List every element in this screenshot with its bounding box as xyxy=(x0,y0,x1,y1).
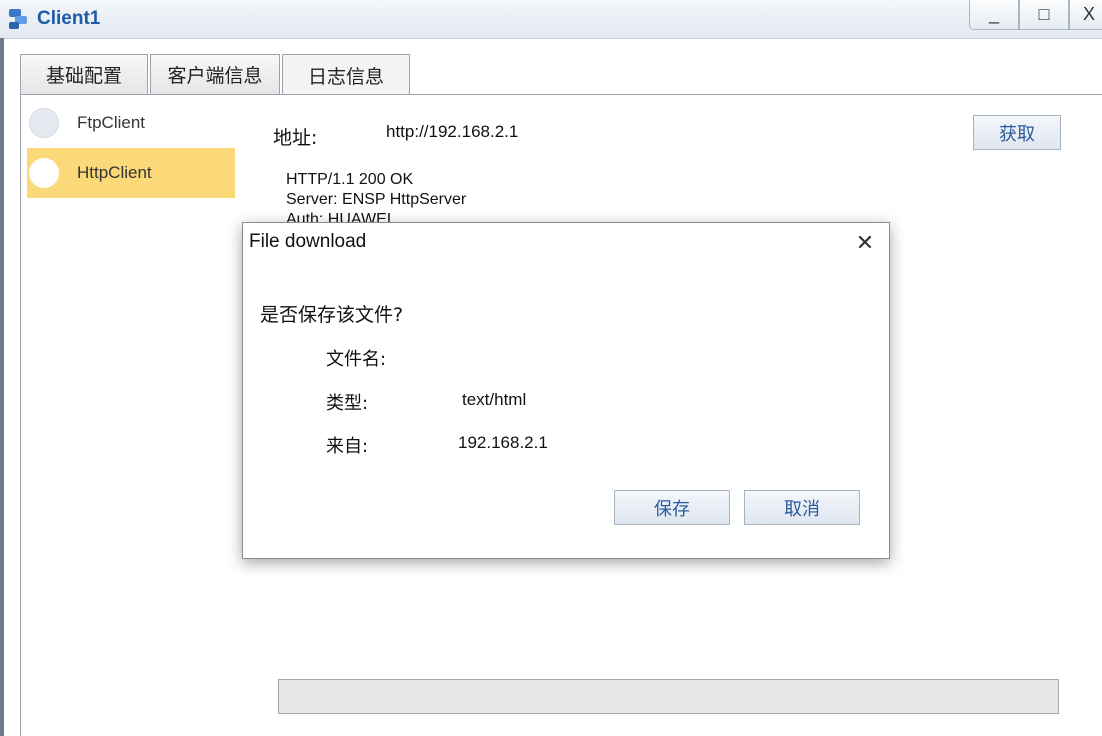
sidebar-item-ftpclient[interactable]: FtpClient xyxy=(27,98,235,148)
save-button[interactable]: 保存 xyxy=(614,490,730,525)
maximize-icon: □ xyxy=(1038,4,1050,24)
response-line: Auth: HUAWEI xyxy=(286,211,392,222)
address-label: 地址: xyxy=(273,127,318,149)
maximize-button[interactable]: □ xyxy=(1019,0,1069,30)
from-label: 来自: xyxy=(326,436,369,457)
cancel-button[interactable]: 取消 xyxy=(744,490,860,525)
type-value: text/html xyxy=(462,390,527,409)
tab-log-info[interactable]: 日志信息 xyxy=(282,54,410,95)
tab-client-info[interactable]: 客户端信息 xyxy=(150,54,280,94)
sidebar-item-label: HttpClient xyxy=(77,163,152,182)
tab-basic-config[interactable]: 基础配置 xyxy=(20,54,148,94)
dialog-title: File download xyxy=(249,231,367,252)
filename-label: 文件名: xyxy=(326,349,387,370)
close-window-button[interactable]: X xyxy=(1069,0,1102,30)
window-left-border xyxy=(0,38,4,736)
from-value: 192.168.2.1 xyxy=(458,433,548,452)
minimize-button[interactable]: _ xyxy=(969,0,1019,30)
radio-icon xyxy=(29,158,59,188)
fetch-button[interactable]: 获取 xyxy=(973,115,1061,150)
window-title: Client1 xyxy=(37,8,101,29)
address-input[interactable]: http://192.168.2.1 xyxy=(386,122,518,142)
type-label: 类型: xyxy=(326,393,369,414)
sidebar-item-label: FtpClient xyxy=(77,113,146,132)
dialog-question: 是否保存该文件? xyxy=(260,304,404,326)
sidebar-item-httpclient[interactable]: HttpClient xyxy=(27,148,235,198)
progress-bar xyxy=(278,679,1059,714)
file-download-dialog: File download ✕ 是否保存该文件? 文件名: 类型: text/h… xyxy=(242,222,890,559)
response-line: Server: ENSP HttpServer xyxy=(286,191,467,208)
minimize-icon: _ xyxy=(988,4,999,24)
dialog-close-button[interactable]: ✕ xyxy=(847,227,883,259)
close-icon: X xyxy=(1082,4,1095,24)
close-icon: ✕ xyxy=(855,230,875,255)
title-bar: Client1 _ □ X xyxy=(0,0,1102,39)
app-icon xyxy=(9,9,27,29)
radio-icon xyxy=(29,108,59,138)
response-line: HTTP/1.1 200 OK xyxy=(286,171,414,188)
